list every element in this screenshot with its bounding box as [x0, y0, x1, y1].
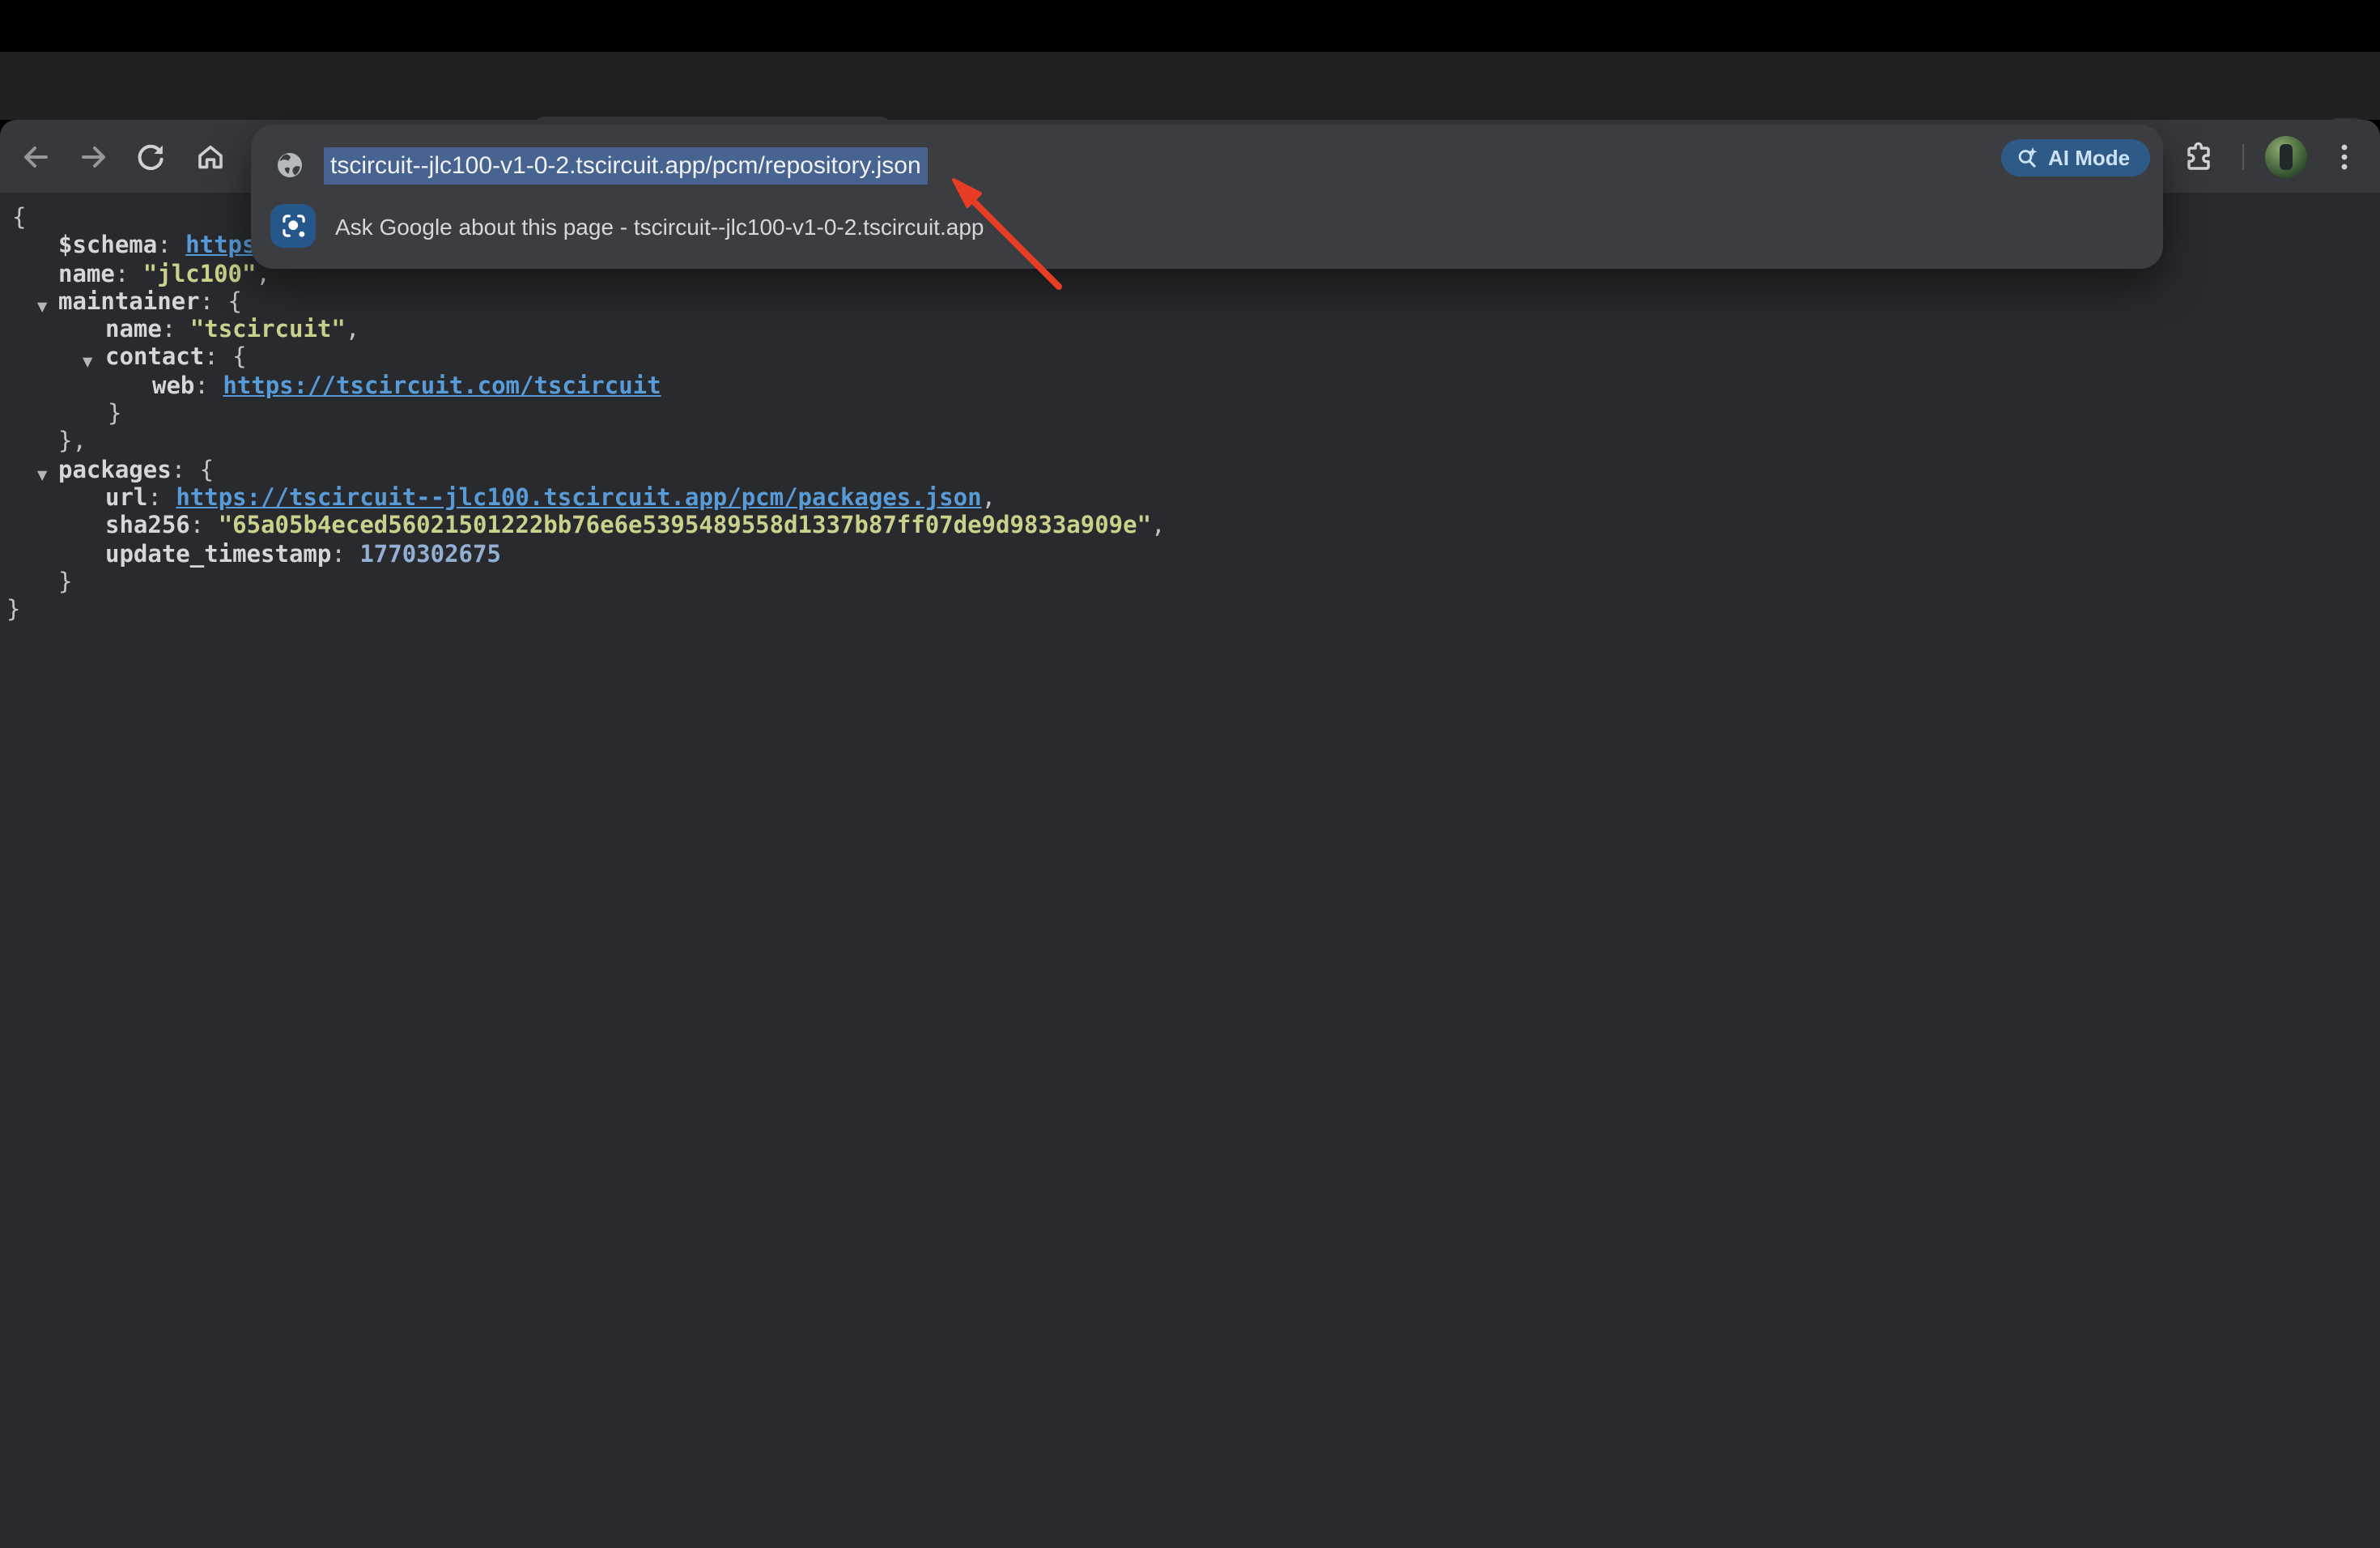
toolbar-divider — [2242, 144, 2244, 170]
json-key: maintainer — [58, 290, 200, 316]
reload-button[interactable] — [134, 141, 167, 173]
top-black-strip — [0, 0, 2380, 52]
json-value: "tscircuit" — [190, 317, 346, 343]
json-value: : { — [172, 457, 214, 483]
url-input[interactable]: tscircuit--jlc100-v1-0-2.tscircuit.app/p… — [324, 147, 928, 185]
json-line: } — [0, 598, 2380, 626]
json-value: , — [1151, 514, 1165, 540]
json-value: : { — [200, 290, 242, 316]
json-key: url — [105, 486, 147, 512]
menu-kebab-icon[interactable] — [2328, 141, 2361, 173]
json-key: name — [58, 262, 115, 287]
json-line: ▼ packages: { — [0, 457, 2380, 486]
ai-mode-icon — [2016, 146, 2040, 170]
collapse-triangle-icon[interactable]: ▼ — [37, 293, 47, 321]
json-value: { — [12, 206, 26, 232]
json-value: } — [6, 598, 20, 623]
ai-mode-button[interactable]: AI Mode — [2001, 139, 2149, 176]
browser-window: ts tscircuit/jlc100 - tscircuit × https:… — [0, 0, 2380, 1548]
collapse-triangle-icon[interactable]: ▼ — [83, 349, 92, 377]
json-value: : — [162, 317, 190, 343]
json-key: packages — [58, 457, 172, 483]
json-viewer-page: { $schema: https name: "jlc100", ▼ maintaine… — [0, 193, 2380, 1548]
json-key: $schema — [58, 234, 157, 260]
home-button[interactable] — [194, 141, 227, 173]
json-value: , — [346, 317, 359, 343]
json-link[interactable]: https://tscircuit.com/tscircuit — [223, 374, 661, 400]
globe-icon — [277, 152, 303, 186]
tab-strip: ts tscircuit/jlc100 - tscircuit × https:… — [0, 52, 2380, 120]
json-value: }, — [58, 430, 87, 456]
json-line: web: https://tscircuit.com/tscircuit — [0, 374, 2380, 402]
ask-google-suggestion[interactable]: Ask Google about this page - tscircuit--… — [335, 214, 984, 240]
ai-mode-label: AI Mode — [2048, 146, 2130, 170]
json-value: : — [147, 486, 176, 512]
json-link[interactable]: https://tscircuit--jlc100.tscircuit.app/… — [176, 486, 981, 512]
json-value: "65a05b4eced56021501222bb76e6e5395489558… — [219, 514, 1151, 540]
json-key: contact — [105, 346, 204, 372]
json-value: : — [190, 514, 219, 540]
json-key: update_timestamp — [105, 542, 331, 568]
json-line: sha256: "65a05b4eced56021501222bb76e6e53… — [0, 514, 2380, 542]
json-line: ▼ contact: { — [0, 346, 2380, 374]
json-line: }, — [0, 430, 2380, 458]
google-lens-icon — [270, 204, 316, 248]
json-value: "jlc100" — [143, 262, 257, 287]
json-value: } — [58, 570, 72, 596]
json-value: 1770302675 — [359, 542, 501, 568]
json-value: , — [982, 486, 996, 512]
json-value: : — [115, 262, 143, 287]
profile-avatar[interactable] — [2265, 136, 2307, 178]
json-line: name: "tscircuit", — [0, 317, 2380, 346]
json-key: sha256 — [105, 514, 190, 540]
json-value: } — [108, 402, 121, 427]
omnibox-dropdown: tscircuit--jlc100-v1-0-2.tscircuit.app/p… — [251, 125, 2163, 269]
collapse-triangle-icon[interactable]: ▼ — [37, 461, 47, 489]
json-value: : — [331, 542, 359, 568]
json-value: : — [157, 234, 185, 260]
json-link[interactable]: https — [185, 234, 256, 260]
forward-button[interactable] — [78, 141, 110, 173]
json-line: } — [0, 570, 2380, 598]
json-line: url: https://tscircuit--jlc100.tscircuit… — [0, 486, 2380, 514]
json-line: } — [0, 402, 2380, 430]
json-line: update_timestamp: 1770302675 — [0, 542, 2380, 570]
json-value: : — [194, 374, 223, 400]
json-line: ▼ maintainer: { — [0, 290, 2380, 318]
json-key: web — [152, 374, 194, 400]
back-button[interactable] — [19, 141, 52, 173]
json-value: : { — [204, 346, 246, 372]
extensions-icon[interactable] — [2182, 141, 2215, 173]
json-key: name — [105, 317, 162, 343]
